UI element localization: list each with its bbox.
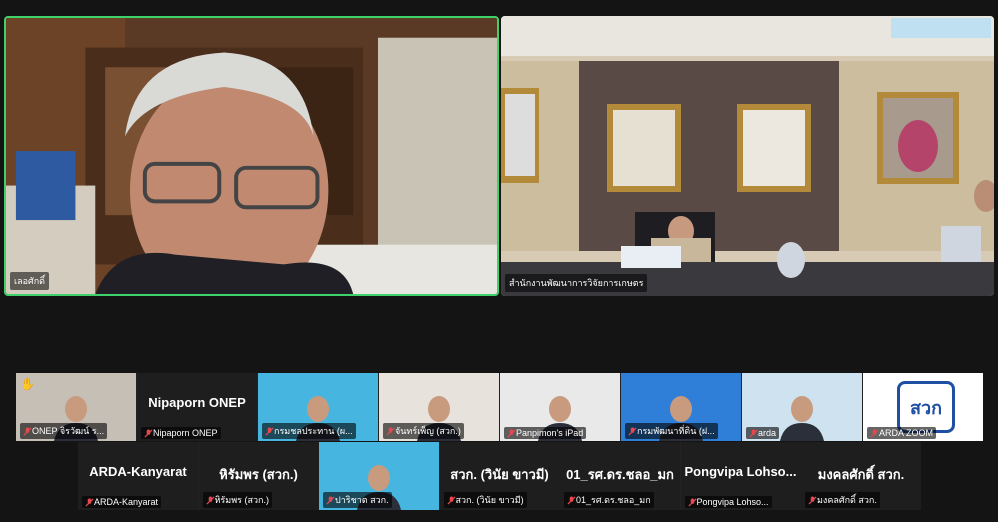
participant-tile[interactable]: arda [742,373,862,441]
participant-display-name: 01_รศ.ดร.ชลอ_มก [566,467,674,482]
mic-off-icon [628,426,637,436]
room-video[interactable]: สำนักงานพัฒนาการวิจัยการเกษตร [501,16,994,296]
gallery-strip-top: ✋ ONEP จิรวัฒน์ ร... Nipaporn ONEP Nipaporn… [16,373,983,441]
participant-tile[interactable]: 01_รศ.ดร.ชลอ_มก 01_รศ.ดร.ชลอ_มก [560,442,680,510]
participant-tile[interactable]: จันทร์เพ็ญ (สวก.) [379,373,499,441]
participant-name-label: เลอศักดิ์ [10,272,50,290]
participant-name-label: ARDA ZOOM [867,427,937,439]
participant-name-label: ARDA-Kanyarat [82,496,162,508]
mic-off-icon [808,495,817,505]
mic-off-icon [144,428,153,438]
participant-display-name: มงคลศักดิ์ สวก. [817,467,905,482]
participant-tile[interactable]: Pongvipa Lohso... Pongvipa Lohso... [680,442,801,510]
active-speaker-video[interactable]: เลอศักดิ์ [4,16,499,296]
participant-name-label: ปาริชาต สวก. [323,492,392,508]
mic-off-icon [446,495,456,505]
mic-off-icon [567,495,576,505]
mic-off-icon [205,495,215,505]
participant-name-label: arda [746,427,780,439]
participant-name-label: จันทร์เพ็ญ (สวก.) [383,423,464,439]
participant-name-label: สำนักงานพัฒนาการวิจัยการเกษตร [505,274,648,292]
mic-off-icon [749,428,758,438]
participant-tile[interactable]: กรมชลประทาน (ผ... [258,373,378,441]
participant-tile[interactable]: กรมพัฒนาที่ดิน (ฝ... [621,373,741,441]
participant-name-label: Panpimon's iPad [504,427,587,439]
participant-name-label: มงคลศักดิ์ สวก. [805,492,880,508]
participant-display-name: สวก. (วินัย ขาวมี) [450,467,549,482]
raise-hand-icon: ✋ [20,377,35,391]
participant-name-label: Pongvipa Lohso... [684,496,772,508]
participant-name-label: สวก. (วินัย ขาวมี) [443,492,527,508]
room-video-frame [501,16,994,296]
participant-name-label: กรมชลประทาน (ผ... [262,423,356,439]
participant-tile[interactable]: หิรัมพร (สวก.) หิรัมพร (สวก.) [198,442,319,510]
participant-tile[interactable]: ปาริชาต สวก. [319,442,439,510]
participant-display-name: ARDA-Kanyarat [89,464,187,479]
mic-off-icon [85,497,94,507]
participant-tile[interactable]: ✋ ONEP จิรวัฒน์ ร... [16,373,136,441]
participant-tile[interactable]: สวก ARDA ZOOM [863,373,983,441]
participant-tile[interactable]: Panpimon's iPad [500,373,620,441]
participant-name-label: 01_รศ.ดร.ชลอ_มก [564,492,654,508]
mic-off-icon [687,497,697,507]
participant-name-label: Nipaporn ONEP [141,427,221,439]
participant-name-label: กรมพัฒนาที่ดิน (ฝ... [625,423,718,439]
participant-display-name: Pongvipa Lohso... [684,464,797,479]
mic-off-icon [386,426,395,436]
participant-tile[interactable]: Nipaporn ONEP Nipaporn ONEP [137,373,257,441]
mic-off-icon [326,495,335,505]
gallery-strip-bottom: ARDA-Kanyarat ARDA-Kanyarat หิรัมพร (สวก.)… [78,442,921,510]
participant-display-name: Nipaporn ONEP [148,395,246,410]
participant-tile[interactable]: สวก. (วินัย ขาวมี) สวก. (วินัย ขาวมี) [439,442,560,510]
participant-display-name: หิรัมพร (สวก.) [219,467,298,482]
speaker-video-frame [6,18,497,294]
mic-off-icon [23,426,32,436]
mic-off-icon [507,428,516,438]
participant-tile[interactable]: มงคลศักดิ์ สวก. มงคลศักดิ์ สวก. [801,442,921,510]
mic-off-icon [870,428,879,438]
mic-off-icon [265,426,274,436]
participant-name-label: ONEP จิรวัฒน์ ร... [20,423,108,439]
participant-name-label: หิรัมพร (สวก.) [202,492,272,508]
participant-tile[interactable]: ARDA-Kanyarat ARDA-Kanyarat [78,442,198,510]
arda-logo: สวก [897,381,955,433]
